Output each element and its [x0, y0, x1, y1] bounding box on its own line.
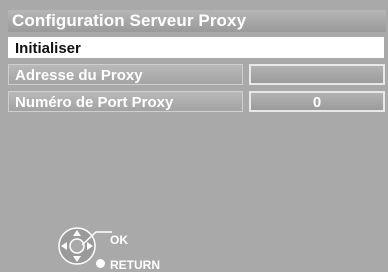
proxy-address-field[interactable]	[249, 64, 385, 85]
menu-item-label: Adresse du Proxy	[8, 64, 243, 85]
ok-label: OK	[110, 233, 128, 247]
menu-item-label: Initialiser	[8, 37, 384, 58]
menu-item-label: Numéro de Port Proxy	[8, 91, 243, 112]
menu-item-proxy-port[interactable]: Numéro de Port Proxy 0	[8, 91, 386, 112]
menu-item-initialiser[interactable]: Initialiser	[8, 37, 386, 58]
menu-item-proxy-address[interactable]: Adresse du Proxy	[8, 64, 386, 85]
ok-pointer-icon	[82, 231, 112, 246]
return-button-icon	[96, 259, 105, 268]
return-label: RETURN	[110, 258, 160, 272]
proxy-port-field[interactable]: 0	[249, 91, 385, 112]
settings-screen: Configuration Serveur Proxy Initialiser …	[0, 0, 388, 272]
page-title: Configuration Serveur Proxy	[8, 10, 386, 32]
remote-legend: OK RETURN	[58, 226, 178, 272]
